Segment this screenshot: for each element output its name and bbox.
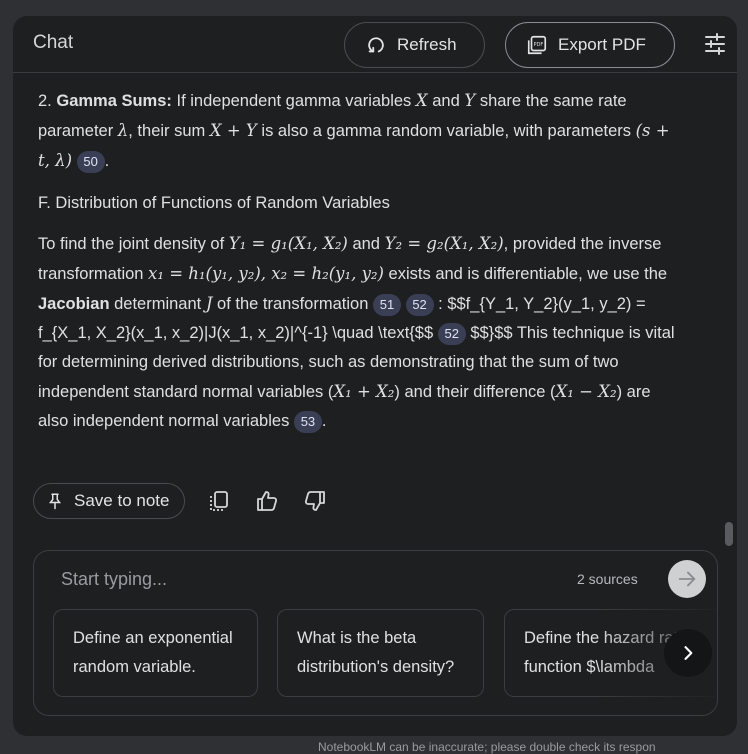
settings-sliders-icon[interactable] [703, 32, 727, 56]
citation-badge[interactable]: 50 [76, 150, 105, 173]
thumbs-up-icon[interactable] [255, 489, 279, 513]
svg-text:PDF: PDF [533, 42, 543, 48]
refresh-label: Refresh [397, 35, 457, 54]
math-lambda: λ [117, 121, 129, 140]
chat-input[interactable]: Start typing... [61, 569, 167, 590]
text: If independent gamma variables [171, 92, 416, 110]
text: exists and is differentiable, we use the [383, 265, 668, 283]
chat-panel: Chat Refresh PDF Export PDF 2. Gamma Sum… [13, 16, 737, 736]
math-difference: X₁ − X₂ [555, 382, 617, 401]
section-heading: F. Distribution of Functions of Random V… [38, 194, 390, 212]
save-to-note-button[interactable]: Save to note [33, 483, 186, 519]
disclaimer-text: NotebookLM can be inaccurate; please dou… [318, 740, 656, 754]
gamma-sums-heading: Gamma Sums: [56, 92, 172, 110]
text: , their sum [128, 122, 210, 140]
pdf-icon: PDF [527, 35, 547, 55]
save-to-note-label: Save to note [74, 491, 170, 510]
jacobian-bold: Jacobian [38, 295, 110, 313]
text: of the transformation [212, 295, 373, 313]
export-pdf-label: Export PDF [558, 35, 646, 54]
text: . [321, 412, 327, 430]
export-pdf-button[interactable]: PDF Export PDF [505, 22, 675, 68]
list-number: 2. [38, 92, 57, 110]
suggestion-chip[interactable]: Define an exponential random variable. [53, 609, 258, 697]
copy-icon[interactable] [207, 489, 231, 513]
text: ) and their difference ( [394, 383, 556, 401]
scrollbar-thumb[interactable] [725, 522, 733, 546]
arrow-right-icon [678, 571, 696, 587]
chat-title: Chat [33, 32, 74, 53]
text: . [104, 152, 110, 170]
text: determinant [109, 295, 206, 313]
text: To find the joint density of [38, 235, 229, 253]
response-actions: Save to note [33, 482, 327, 520]
chat-composer: Start typing... 2 sources Define an expo… [33, 550, 718, 716]
text: and [427, 92, 465, 110]
pin-icon [49, 493, 61, 510]
citation-badge[interactable]: 53 [293, 410, 322, 433]
math-y2: Y₂ = g₂(X₁, X₂) [384, 234, 504, 253]
text: is also a gamma random variable, with pa… [256, 122, 636, 140]
math-y: Y [464, 91, 476, 110]
refresh-icon [368, 37, 384, 53]
citation-badge[interactable]: 51 [372, 293, 401, 316]
text: and [347, 235, 385, 253]
chat-response: 2. Gamma Sums: If independent gamma vari… [38, 86, 678, 436]
jacobian-paragraph: To find the joint density of Y₁ = g₁(X₁,… [38, 229, 678, 436]
math-inverse: x₁ = h₁(y₁, y₂), x₂ = h₂(y₁, y₂) [148, 264, 384, 283]
chat-header: Chat Refresh PDF Export PDF [13, 16, 737, 73]
math-x-plus-y: X + Y [209, 121, 257, 140]
citation-badge[interactable]: 52 [405, 293, 434, 316]
gamma-sums-paragraph: 2. Gamma Sums: If independent gamma vari… [38, 86, 678, 176]
math-x: X [415, 91, 428, 110]
refresh-button[interactable]: Refresh [344, 22, 485, 68]
next-suggestions-button[interactable] [664, 629, 712, 677]
suggestion-chip[interactable]: What is the beta distribution's density? [277, 609, 484, 697]
thumbs-down-icon[interactable] [303, 489, 327, 513]
math-sum: X₁ + X₂ [333, 382, 395, 401]
sources-count: 2 sources [577, 571, 638, 587]
math-y1: Y₁ = g₁(X₁, X₂) [228, 234, 348, 253]
citation-badge[interactable]: 52 [437, 322, 466, 345]
chevron-right-icon [684, 646, 693, 660]
send-button[interactable] [668, 560, 706, 598]
